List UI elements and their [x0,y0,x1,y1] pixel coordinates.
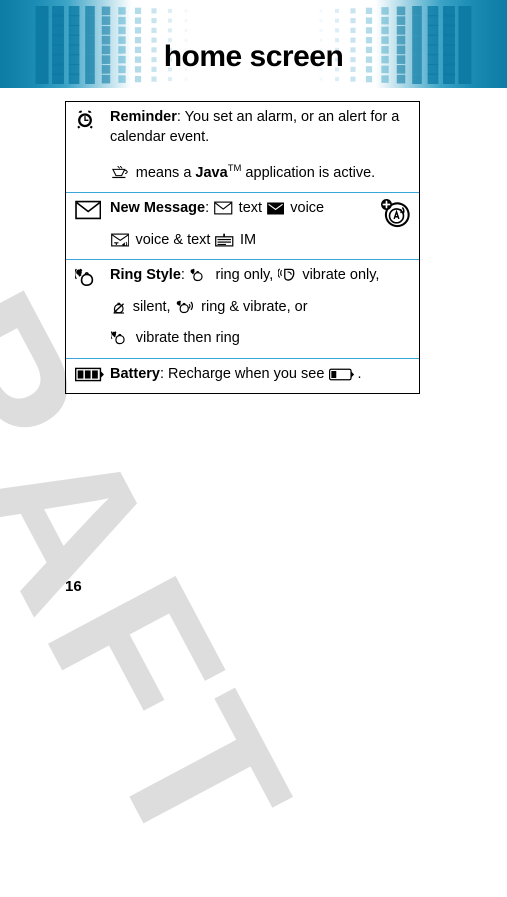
row-description-cell: New Message: text voice voice & text IM [110,193,419,259]
row-icon-cell [66,102,110,139]
row-icon-cell [66,359,110,392]
row-description-cell: Reminder: You set an alarm, or an alert … [110,102,419,192]
emphasis-text: Ring Style [110,267,181,284]
battery-low-icon [329,368,355,381]
page-header-banner: home screen [0,0,507,88]
page-title: home screen [163,40,344,73]
row-description-cell: Ring Style: ring only, vibrate only, sil… [110,260,419,358]
row-paragraph: Battery: Recharge when you see . [110,365,362,382]
emphasis-text: New Message [110,200,206,217]
emphasis-text: Battery [110,365,160,382]
vibrate-only-icon [278,267,296,282]
alert-plus-icon [379,196,413,230]
row-paragraph: New Message: text voice [110,200,325,217]
im-message-icon [215,233,234,247]
battery-full-icon [75,367,105,382]
emphasis-text: Reminder [110,109,177,125]
ring-and-vibrate-icon [176,299,196,314]
ring-only-icon [190,267,210,282]
table-row: Battery: Recharge when you see . [66,359,419,394]
row-paragraph: vibrate then ring [110,329,413,349]
row-paragraph: voice & text IM [110,231,413,251]
envelope-outline-icon [75,200,102,220]
row-paragraph: Reminder: You set an alarm, or an alert … [110,109,400,145]
envelope-voice-text-icon [111,233,130,247]
vibrate-then-ring-icon [75,267,100,287]
row-paragraph: silent, ring & vibrate, or [110,298,413,318]
table-row: New Message: text voice voice & text IM [66,193,419,261]
emphasis-text: Java [195,164,228,181]
trademark-symbol: TM [227,163,242,174]
silent-icon [111,300,127,314]
row-icon-cell [66,193,110,230]
envelope-filled-icon [267,202,285,215]
row-icon-cell [66,260,110,297]
page-number: 16 [65,578,82,595]
status-indicator-table: Reminder: You set an alarm, or an alert … [65,101,420,395]
row-paragraph: means a JavaTM application is active. [110,159,413,183]
vibrate-then-ring-icon [111,330,130,345]
table-row: Reminder: You set an alarm, or an alert … [66,102,419,194]
alarm-clock-icon [75,109,95,129]
table-row: Ring Style: ring only, vibrate only, sil… [66,260,419,359]
row-description-cell: Battery: Recharge when you see . [110,359,419,394]
java-coffee-cup-icon [111,165,130,180]
row-paragraph: Ring Style: ring only, vibrate only, [110,267,380,284]
envelope-outline-icon [214,201,233,215]
